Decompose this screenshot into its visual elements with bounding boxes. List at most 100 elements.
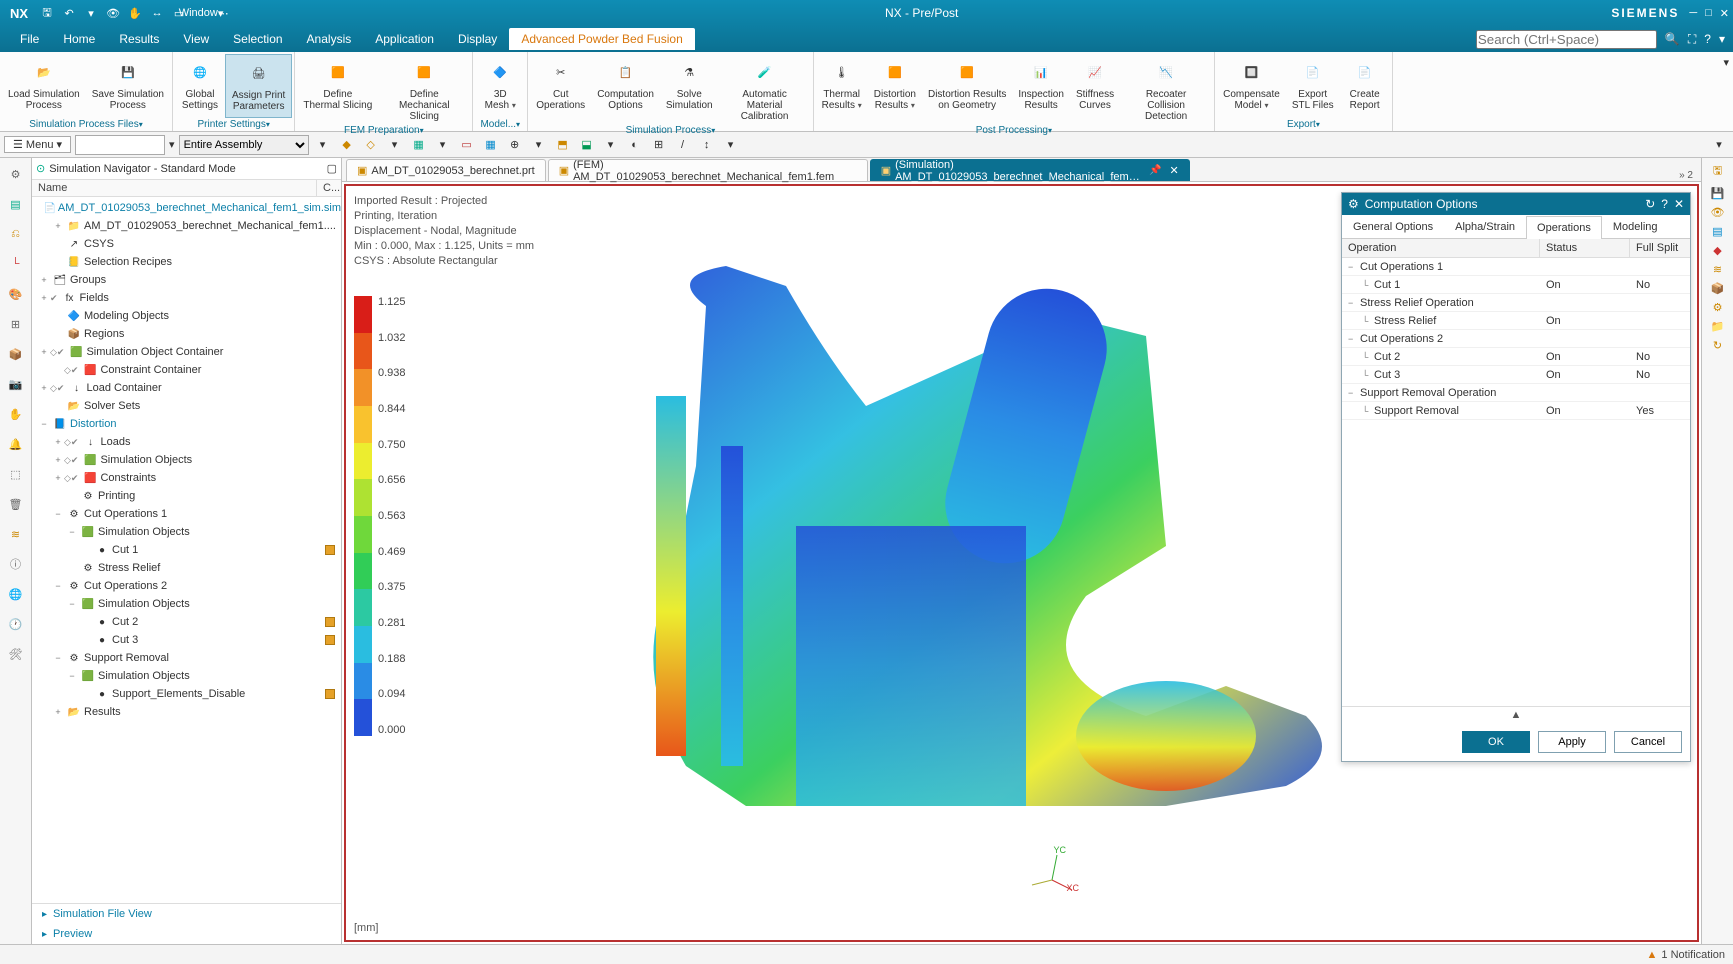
comp-expander[interactable]: − <box>1348 298 1360 308</box>
menu-view[interactable]: View <box>171 28 221 50</box>
rr-refresh-icon[interactable]: ↻ <box>1713 339 1722 352</box>
tree-expander[interactable]: − <box>38 419 50 429</box>
filter-dropdown[interactable]: ▾ <box>169 138 175 151</box>
nav-pin-icon[interactable]: ⊙ <box>36 162 45 175</box>
rail-cube-icon[interactable]: ⬚ <box>4 462 28 486</box>
tb-icon-13[interactable]: ▾ <box>601 135 621 155</box>
rail-bell-icon[interactable]: 🔔 <box>4 432 28 456</box>
tree-row[interactable]: +◇✔🟩Simulation Object Container <box>32 343 341 361</box>
tab-close-icon[interactable]: ✕ <box>1169 164 1178 177</box>
tree-row[interactable]: −🟩Simulation Objects <box>32 667 341 685</box>
rr-list-icon[interactable]: ▤ <box>1712 225 1722 238</box>
comp-row[interactable]: −Stress Relief Operation <box>1342 294 1690 312</box>
tree-expander[interactable]: − <box>52 653 64 663</box>
comp-row[interactable]: └Support RemovalOnYes <box>1342 402 1690 420</box>
rail-clock-icon[interactable]: 🕐 <box>4 612 28 636</box>
menu-results[interactable]: Results <box>107 28 171 50</box>
rail-box-icon[interactable]: 📦 <box>4 342 28 366</box>
nav-col-name[interactable]: Name <box>32 180 317 196</box>
menu-display[interactable]: Display <box>446 28 509 50</box>
ribbon-export-stl-files[interactable]: 📄ExportSTL Files <box>1286 54 1340 118</box>
tb-icon-1[interactable]: ▾ <box>313 135 333 155</box>
tree-row[interactable]: +◇✔🟩Simulation Objects <box>32 451 341 469</box>
nav-col-c[interactable]: C... <box>317 180 341 196</box>
ribbon-global-settings[interactable]: 🌐GlobalSettings <box>175 54 225 118</box>
comp-expander[interactable]: └ <box>1362 316 1374 326</box>
document-tab[interactable]: ▣(FEM) AM_DT_01029053_berechnet_Mechanic… <box>548 159 868 181</box>
tree-expander[interactable]: − <box>66 527 78 537</box>
swap-icon[interactable]: ↔ <box>148 4 166 22</box>
tree-row[interactable]: −📘Distortion <box>32 415 341 433</box>
tb-icon-16[interactable]: / <box>673 135 693 155</box>
tree-row[interactable]: +📂Results <box>32 703 341 721</box>
graphics-canvas[interactable]: Imported Result : ProjectedPrinting, Ite… <box>344 184 1699 942</box>
rail-camera-icon[interactable]: 📷 <box>4 372 28 396</box>
rail-gear-icon[interactable]: ⚙ <box>4 162 28 186</box>
window-menu[interactable]: Window ▾ <box>192 4 210 22</box>
ribbon-group-dd[interactable]: ▾ <box>1316 120 1320 129</box>
tb-icon-6[interactable]: ▾ <box>433 135 453 155</box>
comp-tab-modeling[interactable]: Modeling <box>1602 215 1669 238</box>
tb-icon-14[interactable]: ◐ <box>625 135 645 155</box>
appearance-icon[interactable]: 👁 <box>104 4 122 22</box>
comp-row[interactable]: └Cut 1OnNo <box>1342 276 1690 294</box>
tb-icon-10[interactable]: ▾ <box>529 135 549 155</box>
document-tab[interactable]: ▣(Simulation) AM_DT_01029053_berechnet_M… <box>870 159 1190 181</box>
tb-icon-8[interactable]: ▦ <box>481 135 501 155</box>
tb-icon-9[interactable]: ⊕ <box>505 135 525 155</box>
ribbon-solve-simulation[interactable]: ⚗SolveSimulation <box>660 54 719 124</box>
tree-row[interactable]: ⚙Printing <box>32 487 341 505</box>
tree-expander[interactable]: + <box>52 455 64 465</box>
tree-expander[interactable]: + <box>38 347 50 357</box>
menu-advanced-powder-bed-fusion[interactable]: Advanced Powder Bed Fusion <box>509 28 694 50</box>
apply-button[interactable]: Apply <box>1538 731 1606 753</box>
ribbon-stiffness-curves[interactable]: 📈StiffnessCurves <box>1070 54 1120 124</box>
tree-expander[interactable]: + <box>52 707 64 717</box>
tree-expander[interactable]: − <box>52 509 64 519</box>
menu-button[interactable]: ☰ Menu ▾ <box>4 136 71 153</box>
tree-row[interactable]: +✔fxFields <box>32 289 341 307</box>
ribbon-group-dd[interactable]: ▾ <box>266 120 270 129</box>
tree-expander[interactable]: − <box>52 581 64 591</box>
ok-button[interactable]: OK <box>1462 731 1530 753</box>
comp-expander[interactable]: − <box>1348 334 1360 344</box>
menu-analysis[interactable]: Analysis <box>295 28 364 50</box>
tree-row[interactable]: ●Cut 3 <box>32 631 341 649</box>
rail-palette-icon[interactable]: 🎨 <box>4 282 28 306</box>
ribbon-group-dd[interactable]: ▾ <box>516 120 520 129</box>
notification-icon[interactable]: ▲ <box>1647 949 1658 961</box>
nav-collapse-icon[interactable]: ▢ <box>327 162 337 175</box>
rr-layers-icon[interactable]: ≋ <box>1713 263 1722 276</box>
ribbon-cut-operations[interactable]: ✂CutOperations <box>530 54 591 124</box>
rail-globe-icon[interactable]: 🌐 <box>4 582 28 606</box>
tree-row[interactable]: −🟩Simulation Objects <box>32 523 341 541</box>
comp-tab-alpha-strain[interactable]: Alpha/Strain <box>1444 215 1526 238</box>
tree-row[interactable]: +📁AM_DT_01029053_berechnet_Mechanical_fe… <box>32 217 341 235</box>
assembly-select[interactable]: Entire Assembly <box>179 135 309 155</box>
ribbon-inspection-results[interactable]: 📊InspectionResults <box>1012 54 1070 124</box>
nav-footer-simfile[interactable]: Simulation File View <box>32 904 341 924</box>
comp-close-icon[interactable]: ✕ <box>1674 197 1684 211</box>
search-icon[interactable]: 🔍 <box>1665 32 1680 46</box>
tree-row[interactable]: 📒Selection Recipes <box>32 253 341 271</box>
ribbon-define-mechanical-slicing[interactable]: 🟧DefineMechanical Slicing <box>378 54 470 124</box>
ribbon-compensate-model[interactable]: 🔲CompensateModel ▾ <box>1217 54 1286 118</box>
help-icon[interactable]: ? <box>1704 32 1711 46</box>
redo-dropdown-icon[interactable]: ▾ <box>82 4 100 22</box>
tree-row[interactable]: 📦Regions <box>32 325 341 343</box>
tree-row[interactable]: +◇✔↓Load Container <box>32 379 341 397</box>
tree-row[interactable]: −⚙Cut Operations 2 <box>32 577 341 595</box>
rr-folder-icon[interactable]: 📁 <box>1711 320 1725 333</box>
tb-overflow-icon[interactable]: ▾ <box>1709 135 1729 155</box>
tree-expander[interactable]: + <box>52 473 64 483</box>
rail-layers-icon[interactable]: ≋ <box>4 522 28 546</box>
ribbon-recoater-collision-detection[interactable]: 📉Recoater CollisionDetection <box>1120 54 1212 124</box>
tb-icon-18[interactable]: ▾ <box>721 135 741 155</box>
rr-eye-icon[interactable]: 👁 <box>1711 206 1725 219</box>
menu-file[interactable]: File <box>8 28 51 50</box>
tree-row[interactable]: −🟩Simulation Objects <box>32 595 341 613</box>
pin-icon[interactable]: 📌 <box>1149 165 1161 176</box>
tree-row[interactable]: 🔷Modeling Objects <box>32 307 341 325</box>
rail-grid-icon[interactable]: ⊞ <box>4 312 28 336</box>
tree-row[interactable]: ⚙Stress Relief <box>32 559 341 577</box>
